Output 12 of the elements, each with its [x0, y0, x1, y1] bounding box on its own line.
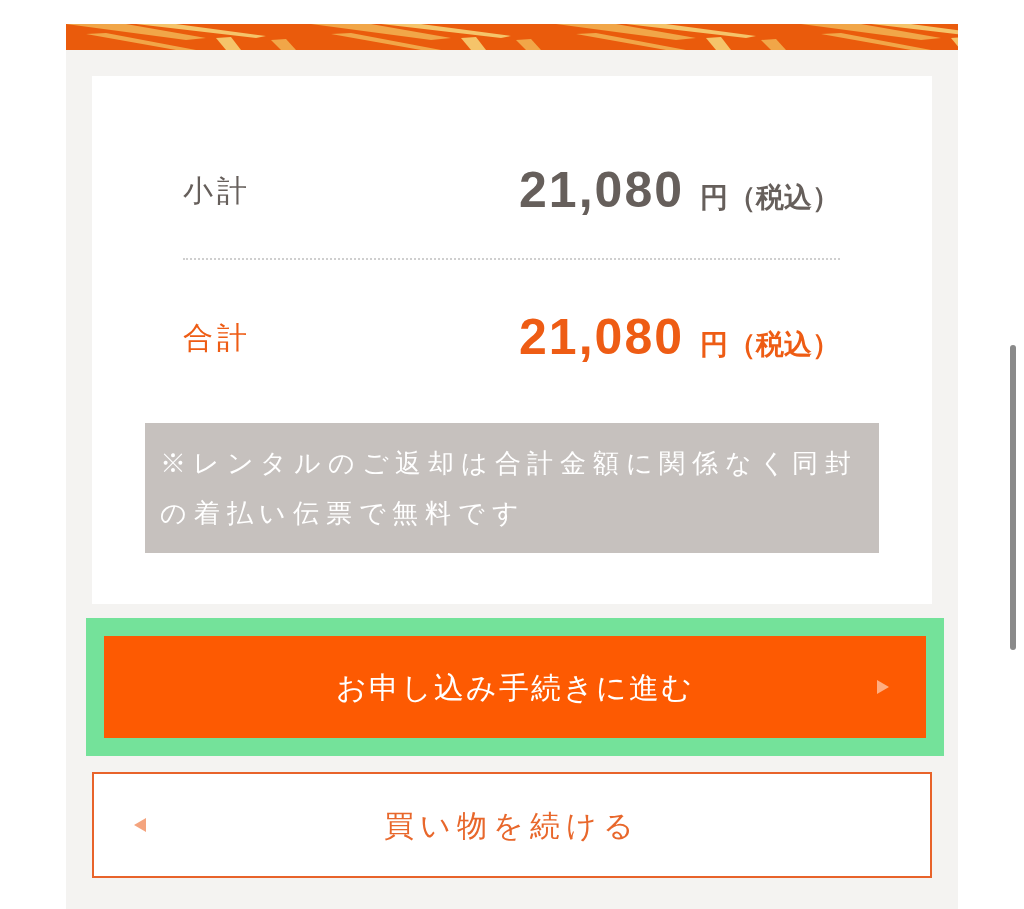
tax-included-note: 円（税込） [700, 184, 840, 212]
caret-left-icon [134, 818, 146, 832]
total-amount: 21,080 [519, 312, 684, 362]
caret-right-icon [877, 680, 889, 694]
return-note: ※レンタルのご返却は合計金額に関係なく同封の着払い伝票で無料です [145, 423, 879, 553]
tax-included-note: 円（税込） [700, 331, 840, 359]
proceed-to-application-button[interactable]: お申し込み手続きに進む [104, 636, 926, 738]
continue-shopping-button[interactable]: 買い物を続ける [92, 772, 932, 878]
subtotal-label: 小計 [183, 172, 251, 209]
total-label: 合計 [183, 319, 251, 356]
scrollbar-thumb[interactable] [1010, 345, 1016, 650]
subtotal-amount: 21,080 [519, 165, 684, 215]
